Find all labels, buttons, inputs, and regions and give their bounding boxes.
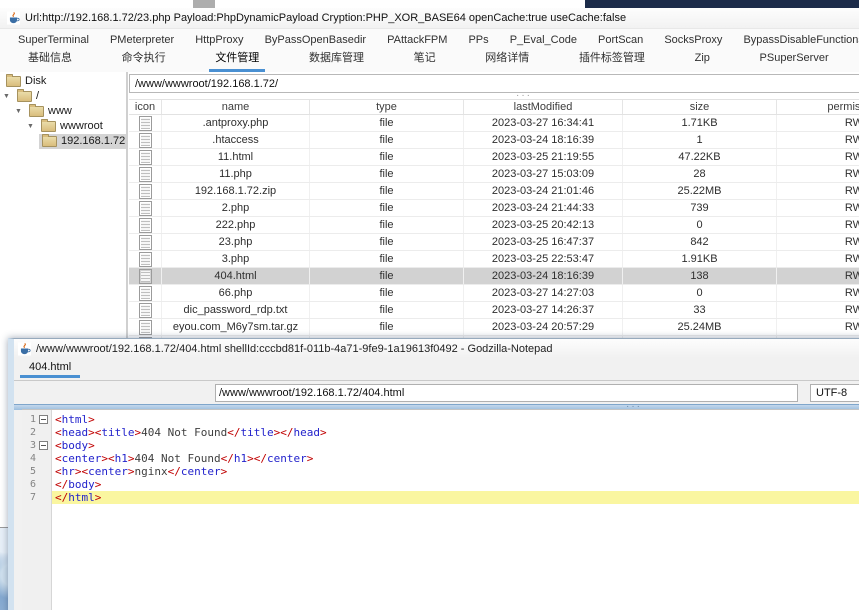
file-icon bbox=[138, 166, 152, 182]
file-row[interactable]: 11.phpfile2023-03-27 15:03:0928RW bbox=[129, 166, 859, 183]
encoding-select[interactable]: UTF-8 bbox=[810, 384, 859, 402]
table-header: iconnametypelastModifiedsizepermission bbox=[129, 99, 859, 115]
notepad-tab-row: 404.html bbox=[14, 358, 859, 381]
plugin-tab[interactable]: PMeterpreter bbox=[108, 31, 176, 49]
file-row[interactable]: dic_password_rdp.txt file 2023-03-27 14:26… bbox=[129, 302, 859, 319]
file-row[interactable]: 192.168.1.72.zip file 2023-03-24 21:01:46 2… bbox=[129, 183, 859, 200]
file-icon bbox=[138, 234, 152, 250]
plugin-tab[interactable]: PAttackFPM bbox=[385, 31, 449, 49]
file-manager-titlebar[interactable]: Url:http://192.168.1.72/23.php Payload:P… bbox=[0, 8, 859, 29]
code-line: </html> bbox=[52, 491, 859, 504]
window-title: Url:http://192.168.1.72/23.php Payload:P… bbox=[25, 12, 627, 24]
code-line: <body> bbox=[55, 439, 95, 452]
column-header[interactable]: type bbox=[310, 100, 464, 114]
code-line: <head><title>404 Not Found</title></head… bbox=[55, 426, 327, 439]
notepad-titlebar[interactable]: /www/wwwroot/192.168.1.72/404.html shell… bbox=[14, 339, 859, 358]
tree-item[interactable]: 192.168.1.72 bbox=[0, 134, 126, 149]
notepad-file-tab[interactable]: 404.html bbox=[20, 358, 81, 378]
tree-item[interactable]: ▼ www bbox=[0, 104, 126, 119]
column-header[interactable]: lastModified bbox=[464, 100, 623, 114]
code-editor[interactable]: 1234567 <html> <head><title>404 Not Found… bbox=[22, 409, 859, 610]
plugin-tab-row: SuperTerminal PMeterpreter HttpProxy ByPass… bbox=[0, 29, 859, 51]
file-row[interactable]: 3.phpfile2023-03-25 22:53:471.91KBRW bbox=[129, 251, 859, 268]
code-line: <center><h1>404 Not Found</h1></center> bbox=[55, 452, 314, 465]
plugin-tab[interactable]: PortScan bbox=[596, 31, 645, 49]
file-icon bbox=[138, 115, 152, 131]
folder-icon bbox=[42, 134, 57, 147]
function-tab[interactable]: 插件标签管理 bbox=[573, 51, 651, 72]
code-line: </body> bbox=[55, 478, 102, 491]
notepad-path-input[interactable] bbox=[215, 384, 798, 402]
code-line: <hr><center>nginx</center> bbox=[55, 465, 228, 478]
desktop-window-fragment bbox=[193, 0, 215, 8]
file-row[interactable]: 66.phpfile2023-03-27 14:27:030RW bbox=[129, 285, 859, 302]
desktop-dark-window-fragment bbox=[585, 0, 859, 8]
fold-icon[interactable] bbox=[38, 415, 48, 424]
function-tab[interactable]: 笔记 bbox=[408, 51, 442, 72]
column-header[interactable]: permission bbox=[777, 100, 859, 114]
file-row[interactable]: eyou.com_M6y7sm.tar.gz file 2023-03-24 20:… bbox=[129, 319, 859, 336]
file-row[interactable]: .htaccessfile2023-03-24 18:16:391RW bbox=[129, 132, 859, 149]
column-header[interactable]: name bbox=[162, 100, 310, 114]
expand-arrow-icon[interactable]: ▼ bbox=[3, 89, 14, 104]
file-icon bbox=[138, 200, 152, 216]
plugin-tab[interactable]: HttpProxy bbox=[193, 31, 245, 49]
function-tab[interactable]: Zip bbox=[689, 51, 716, 72]
file-icon bbox=[138, 217, 152, 233]
plugin-tab[interactable]: PPs bbox=[466, 31, 490, 49]
file-table: iconnametypelastModifiedsizepermission .… bbox=[129, 99, 859, 353]
file-icon bbox=[138, 149, 152, 165]
file-icon bbox=[138, 183, 152, 199]
fold-icon[interactable] bbox=[38, 441, 48, 450]
file-row[interactable]: 222.phpfile2023-03-25 20:42:130RW bbox=[129, 217, 859, 234]
plugin-tab[interactable]: BypassDisableFunctions bbox=[741, 31, 859, 49]
file-row[interactable]: 2.phpfile2023-03-24 21:44:33739RW bbox=[129, 200, 859, 217]
function-tab[interactable]: 基础信息 bbox=[22, 51, 78, 72]
function-tab[interactable]: 文件管理 bbox=[209, 51, 266, 72]
column-header[interactable]: icon bbox=[129, 100, 162, 114]
code-line: <html> bbox=[55, 413, 95, 426]
notepad-window-title: /www/wwwroot/192.168.1.72/404.html shell… bbox=[36, 342, 553, 355]
java-icon bbox=[7, 11, 20, 25]
file-icon bbox=[138, 302, 152, 318]
column-header[interactable]: size bbox=[623, 100, 777, 114]
notepad-window: /www/wwwroot/192.168.1.72/404.html shell… bbox=[8, 338, 859, 610]
function-tab[interactable]: 命令执行 bbox=[116, 51, 172, 72]
file-icon bbox=[138, 251, 152, 267]
function-tab-row: 基础信息 命令执行 文件管理 数据库管理 笔记 网络详情 插件标签管理 Zip PSuperSe… bbox=[0, 51, 859, 73]
file-icon bbox=[138, 268, 152, 284]
expand-arrow-icon[interactable]: ▼ bbox=[15, 104, 26, 119]
folder-icon bbox=[41, 119, 56, 132]
plugin-tab[interactable]: SocksProxy bbox=[662, 31, 724, 49]
expand-arrow-icon[interactable]: ▼ bbox=[27, 119, 38, 134]
file-row[interactable]: 404.htmlfile2023-03-24 18:16:39138RW bbox=[129, 268, 859, 285]
file-icon bbox=[138, 132, 152, 148]
function-tab[interactable]: PSuperServer bbox=[754, 51, 835, 72]
file-icon bbox=[138, 285, 152, 301]
function-tab[interactable]: 网络详情 bbox=[479, 51, 535, 72]
file-table-body: .antproxy.php file 2023-03-27 16:34:41 1.71… bbox=[129, 115, 859, 353]
file-row[interactable]: 11.htmlfile2023-03-25 21:19:5547.22KBRW bbox=[129, 149, 859, 166]
notepad-toolbar: UTF-8 bbox=[14, 381, 859, 404]
function-tab[interactable]: 数据库管理 bbox=[303, 51, 370, 72]
current-path-input[interactable] bbox=[129, 74, 859, 93]
file-icon bbox=[138, 319, 152, 335]
tree-item[interactable]: Disk bbox=[0, 74, 126, 89]
editor-code: <html> <head><title>404 Not Found</title>… bbox=[52, 410, 859, 610]
file-row[interactable]: .antproxy.php file 2023-03-27 16:34:41 1.71… bbox=[129, 115, 859, 132]
plugin-tab[interactable]: ByPassOpenBasedir bbox=[263, 31, 369, 49]
editor-gutter: 1234567 bbox=[22, 410, 52, 610]
folder-icon bbox=[6, 74, 21, 87]
file-row[interactable]: 23.phpfile2023-03-25 16:47:37842RW bbox=[129, 234, 859, 251]
folder-icon bbox=[17, 89, 32, 102]
plugin-tab[interactable]: SuperTerminal bbox=[16, 31, 91, 49]
tree-item[interactable]: ▼ / bbox=[0, 89, 126, 104]
plugin-tab[interactable]: P_Eval_Code bbox=[508, 31, 579, 49]
folder-icon bbox=[29, 104, 44, 117]
java-icon bbox=[18, 342, 31, 355]
tree-item[interactable]: ▼ wwwroot bbox=[0, 119, 126, 134]
screen: Url:http://192.168.1.72/23.php Payload:P… bbox=[0, 0, 859, 610]
